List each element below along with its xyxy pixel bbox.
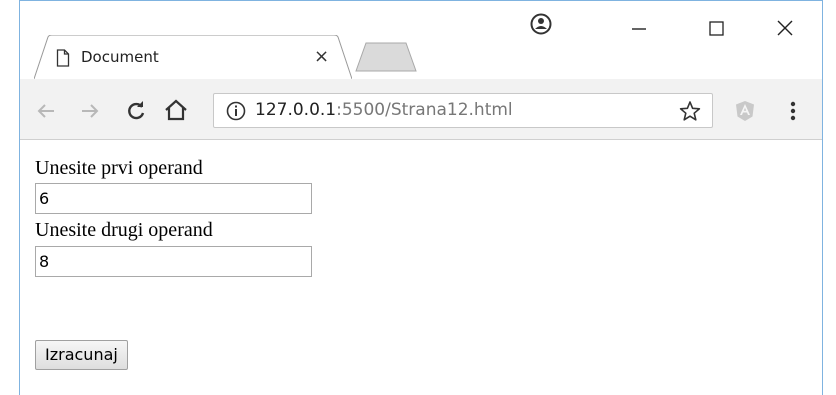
second-operand-label: Unesite drugi operand bbox=[35, 219, 213, 241]
tab-close-icon[interactable]: × bbox=[314, 46, 329, 67]
calculate-button[interactable]: Izracunaj bbox=[35, 340, 128, 370]
url-host: 127.0.0.1 bbox=[255, 100, 337, 120]
tab-title: Document bbox=[81, 48, 159, 66]
info-icon[interactable] bbox=[226, 101, 246, 126]
window-frame-right bbox=[822, 0, 823, 395]
arrow-right-icon[interactable] bbox=[80, 101, 100, 126]
second-operand-input[interactable]: 8 bbox=[35, 246, 312, 277]
first-operand-input[interactable]: 6 bbox=[35, 183, 312, 214]
browser-window: Document × 127.0.0.1:5500/Strana12.html … bbox=[0, 0, 836, 395]
url-path: :5500/Strana12.html bbox=[336, 100, 513, 120]
minimize-icon[interactable] bbox=[631, 14, 646, 30]
account-icon[interactable] bbox=[530, 13, 552, 39]
new-tab-button[interactable] bbox=[355, 42, 417, 77]
maximize-icon[interactable] bbox=[709, 21, 725, 41]
document-icon bbox=[56, 49, 70, 67]
reload-icon[interactable] bbox=[126, 101, 146, 126]
star-icon[interactable] bbox=[679, 100, 701, 127]
url-text[interactable]: 127.0.0.1:5500/Strana12.html bbox=[255, 100, 513, 120]
close-icon[interactable] bbox=[776, 19, 794, 41]
home-icon[interactable] bbox=[164, 99, 188, 126]
first-operand-label: Unesite prvi operand bbox=[35, 157, 203, 179]
kebab-menu-icon[interactable] bbox=[789, 100, 797, 127]
arrow-left-icon[interactable] bbox=[36, 101, 56, 126]
angular-extension-icon[interactable] bbox=[735, 100, 755, 127]
